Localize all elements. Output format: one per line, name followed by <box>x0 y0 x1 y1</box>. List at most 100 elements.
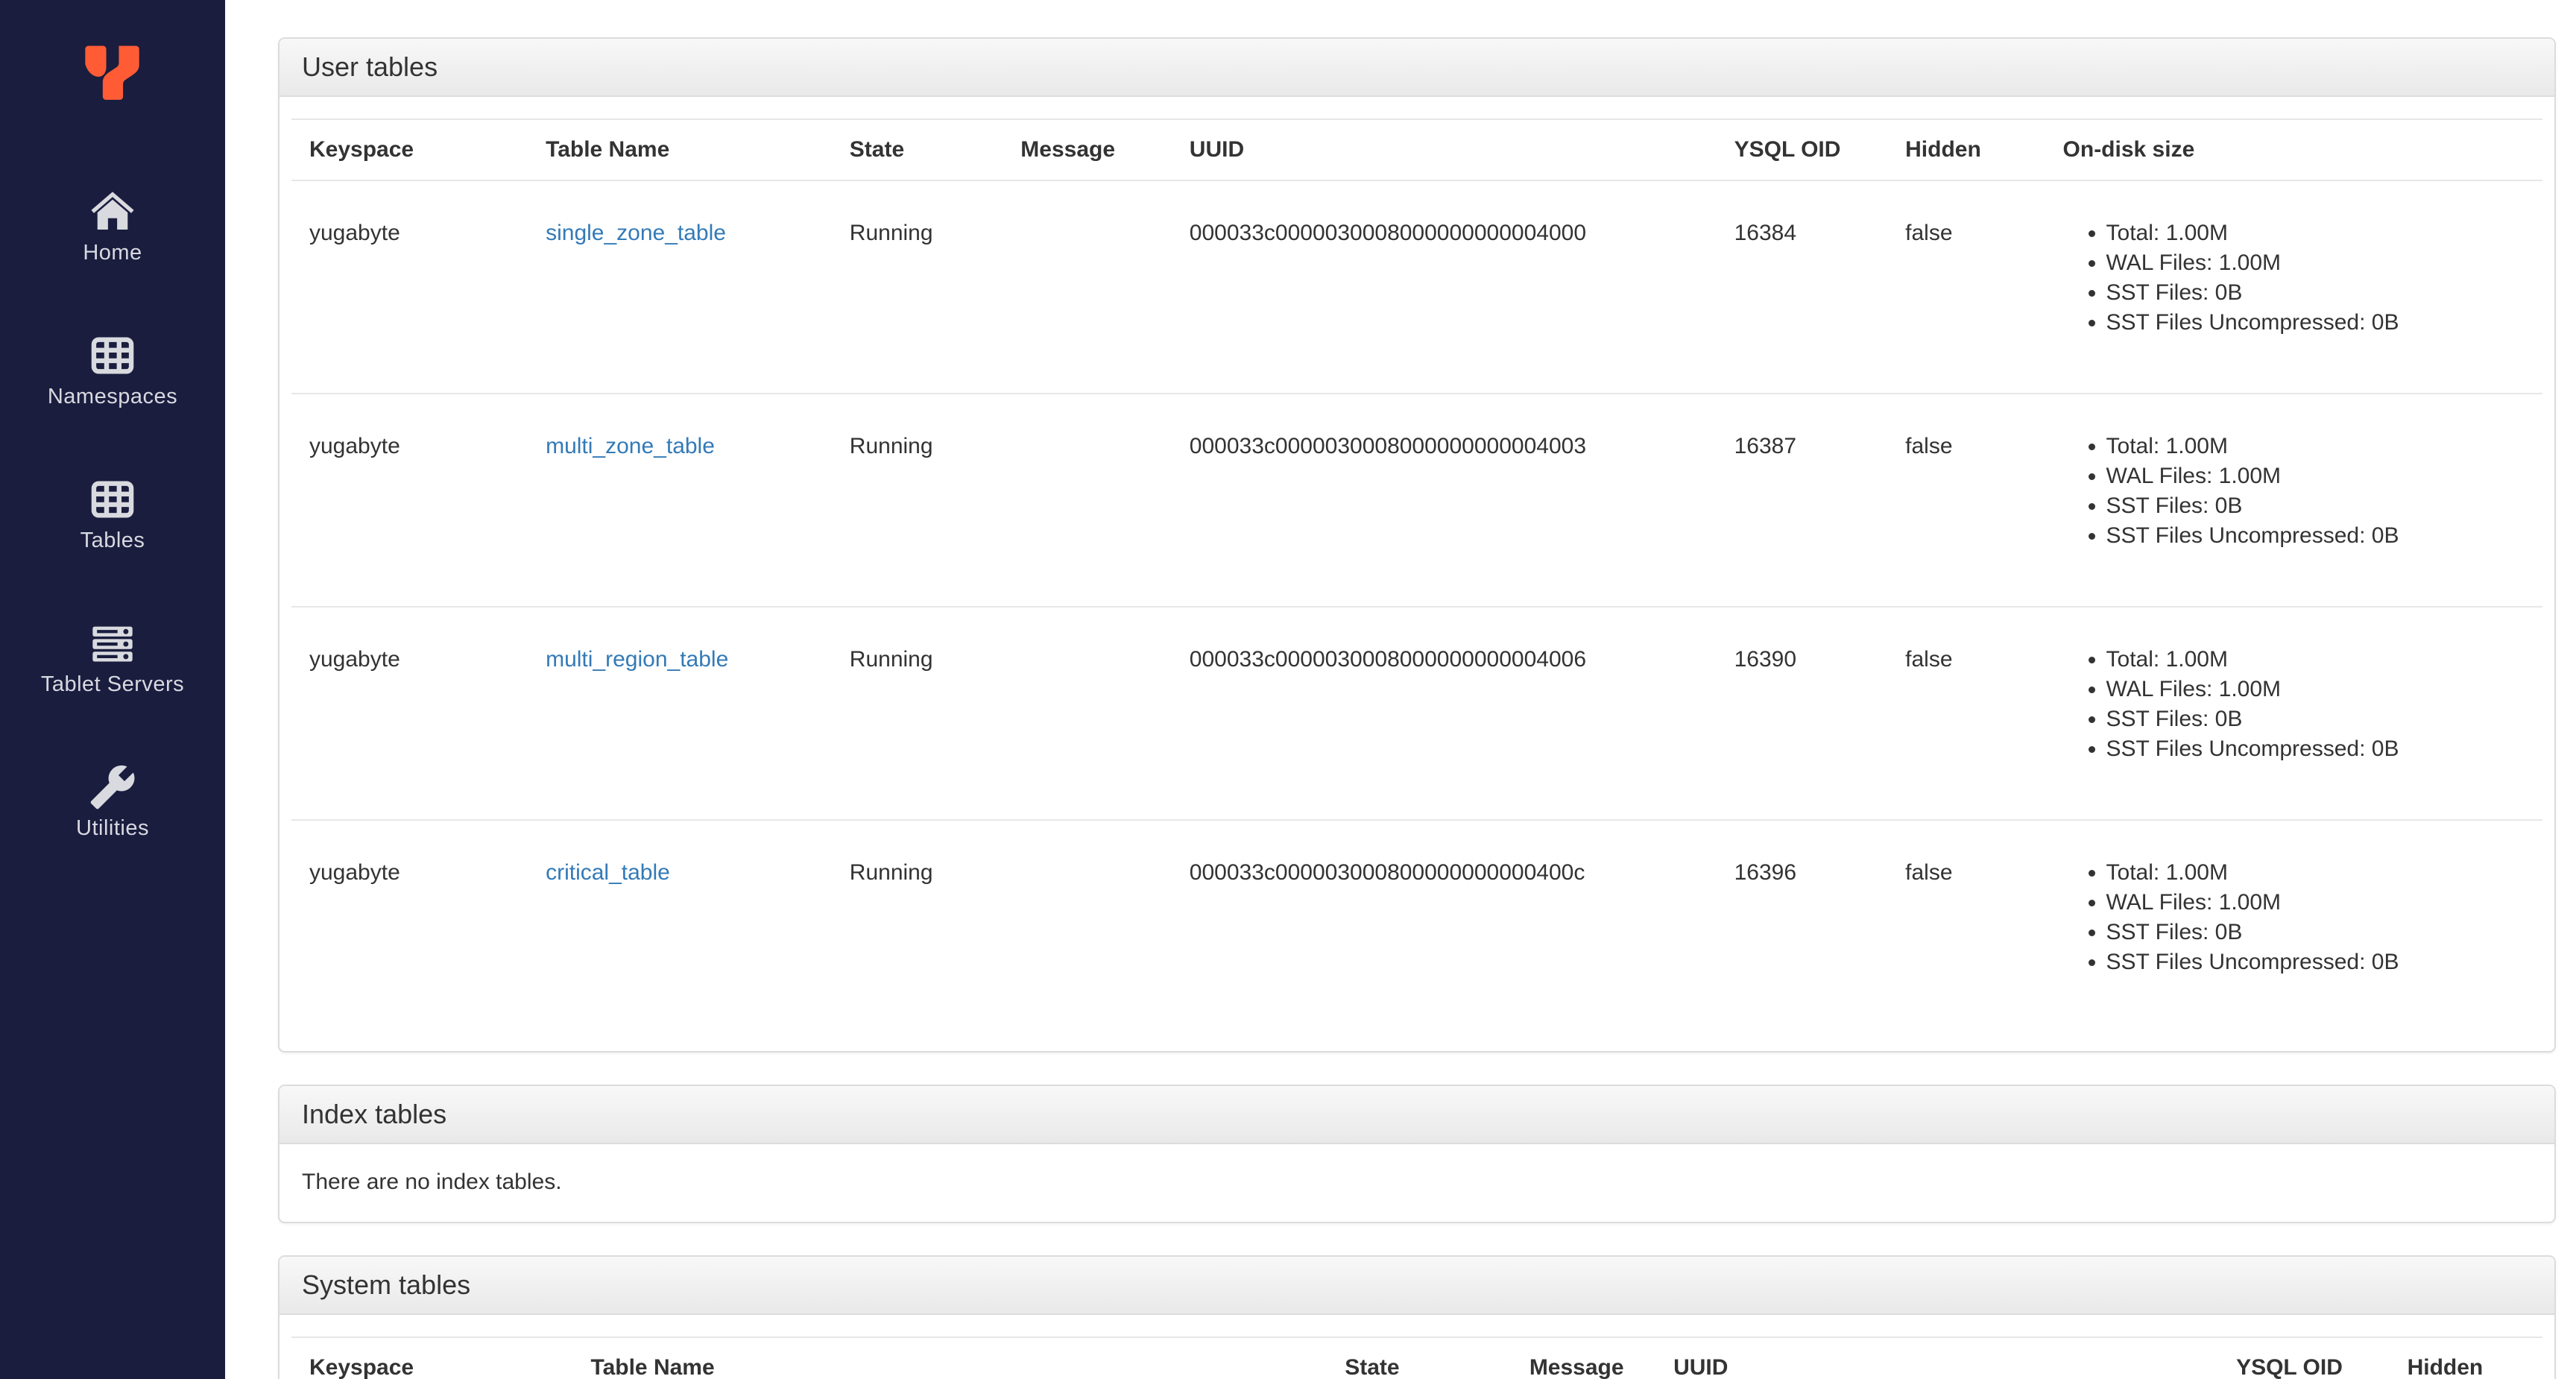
disk-total: Total: 1.00M <box>2106 645 2525 675</box>
user-tables-table: Keyspace Table Name State Message UUID Y… <box>291 119 2542 1032</box>
column-header-table-name: Table Name <box>528 119 832 181</box>
column-header-ysql-oid: YSQL OID <box>2218 1337 2390 1379</box>
on-disk-size-list: Total: 1.00M WAL Files: 1.00M SST Files:… <box>2063 432 2525 551</box>
table-row: yugabyte single_zone_table Running 00003… <box>291 180 2542 394</box>
keyspace-cell: yugabyte <box>291 607 528 821</box>
message-cell <box>1003 180 1172 394</box>
table-header-row: Keyspace Table Name State Message UUID Y… <box>291 1337 2542 1379</box>
hidden-cell: false <box>1905 860 1953 885</box>
message-cell <box>1003 394 1172 608</box>
disk-sst-uncompressed: SST Files Uncompressed: 0B <box>2106 734 2525 764</box>
column-header-state: State <box>1327 1337 1512 1379</box>
ysql-oid-cell: 16384 <box>1716 180 1888 394</box>
sidebar-item-tablet-servers[interactable]: Tablet Servers <box>41 619 184 697</box>
grid-icon <box>89 476 136 523</box>
table-name-link[interactable]: single_zone_table <box>546 221 726 245</box>
sidebar-item-tables[interactable]: Tables <box>80 476 145 553</box>
table-row: yugabyte multi_zone_table Running 000033… <box>291 394 2542 608</box>
user-tables-title: User tables <box>280 39 2554 97</box>
sidebar-item-utilities[interactable]: Utilities <box>76 763 149 841</box>
disk-wal-files: WAL Files: 1.00M <box>2106 248 2525 278</box>
app-root: Home Namespaces Tables Tablet Servers Ut… <box>0 0 2576 1379</box>
sidebar-item-label: Utilities <box>76 816 149 840</box>
table-name-link[interactable]: multi_zone_table <box>546 434 715 458</box>
column-header-uuid: UUID <box>1171 119 1717 181</box>
hidden-cell: false <box>1887 180 2045 394</box>
servers-icon <box>89 619 136 667</box>
ysql-oid-cell: 16390 <box>1716 607 1888 821</box>
table-row: yugabyte multi_region_table Running 0000… <box>291 607 2542 821</box>
table-name-cell: critical_table <box>528 820 832 1032</box>
table-name-cell: single_zone_table <box>528 180 832 394</box>
disk-sst-uncompressed: SST Files Uncompressed: 0B <box>2106 308 2525 338</box>
message-cell <box>1003 607 1172 821</box>
on-disk-size-cell: Total: 1.00M WAL Files: 1.00M SST Files:… <box>2045 180 2542 394</box>
ysql-oid-cell: 16396 <box>1734 860 1797 885</box>
column-header-on-disk-size: On-disk size <box>2045 119 2542 181</box>
state-cell: Running <box>831 180 1003 394</box>
sidebar-item-label: Tables <box>80 528 145 552</box>
ysql-oid-cell: 16387 <box>1716 394 1888 608</box>
system-tables-body: Keyspace Table Name State Message UUID Y… <box>280 1315 2554 1379</box>
disk-total: Total: 1.00M <box>2106 432 2525 461</box>
yugabyte-logo[interactable] <box>77 40 148 110</box>
state-cell: Running <box>831 394 1003 608</box>
grid-icon <box>89 332 136 379</box>
sidebar-item-label: Tablet Servers <box>40 672 185 696</box>
system-tables-table: Keyspace Table Name State Message UUID Y… <box>291 1337 2542 1379</box>
column-header-keyspace: Keyspace <box>291 119 528 181</box>
table-name-link[interactable]: multi_region_table <box>546 647 728 672</box>
disk-total: Total: 1.00M <box>2106 218 2525 248</box>
main-content: User tables Keyspace Table Name State Me… <box>225 0 2576 1379</box>
sidebar-item-namespaces[interactable]: Namespaces <box>48 332 177 409</box>
disk-sst-uncompressed: SST Files Uncompressed: 0B <box>2106 521 2525 551</box>
on-disk-size-list: Total: 1.00M WAL Files: 1.00M SST Files:… <box>2063 218 2525 338</box>
home-icon <box>89 188 136 236</box>
state-cell: Running <box>831 607 1003 821</box>
sidebar-item-home[interactable]: Home <box>83 188 142 265</box>
on-disk-size-list: Total: 1.00M WAL Files: 1.00M SST Files:… <box>2063 858 2525 977</box>
disk-sst-files: SST Files: 0B <box>2106 278 2525 308</box>
index-tables-empty-message: There are no index tables. <box>302 1170 562 1194</box>
system-tables-panel: System tables Keyspace Table Name State … <box>278 1255 2556 1379</box>
table-name-link[interactable]: critical_table <box>546 860 670 885</box>
column-header-ysql-oid: YSQL OID <box>1716 119 1888 181</box>
user-tables-body: Keyspace Table Name State Message UUID Y… <box>280 97 2554 1051</box>
table-name-cell: multi_region_table <box>528 607 832 821</box>
disk-total: Total: 1.00M <box>2106 858 2525 888</box>
on-disk-size-list: Total: 1.00M WAL Files: 1.00M SST Files:… <box>2063 645 2525 764</box>
sidebar-nav: Home Namespaces Tables Tablet Servers Ut… <box>41 188 184 907</box>
index-tables-title: Index tables <box>280 1086 2554 1144</box>
column-header-table-name: Table Name <box>572 1337 1328 1379</box>
disk-wal-files: WAL Files: 1.00M <box>2106 888 2525 918</box>
sidebar-item-label: Home <box>83 241 142 265</box>
column-header-hidden: Hidden <box>1887 119 2045 181</box>
keyspace-cell: yugabyte <box>309 860 400 885</box>
message-cell <box>1003 820 1172 1032</box>
column-header-state: State <box>831 119 1003 181</box>
disk-sst-files: SST Files: 0B <box>2106 491 2525 521</box>
table-name-cell: multi_zone_table <box>528 394 832 608</box>
hidden-cell: false <box>1887 394 2045 608</box>
disk-sst-files: SST Files: 0B <box>2106 704 2525 734</box>
system-tables-title: System tables <box>280 1257 2554 1315</box>
wrench-icon <box>89 763 136 811</box>
disk-sst-files: SST Files: 0B <box>2106 918 2525 947</box>
table-row: yugabyte critical_table Running 000033c0… <box>291 820 2542 1032</box>
state-cell: Running <box>849 860 933 885</box>
user-tables-panel: User tables Keyspace Table Name State Me… <box>278 37 2556 1053</box>
on-disk-size-cell: Total: 1.00M WAL Files: 1.00M SST Files:… <box>2045 607 2542 821</box>
column-header-keyspace: Keyspace <box>291 1337 573 1379</box>
table-header-row: Keyspace Table Name State Message UUID Y… <box>291 119 2542 181</box>
hidden-cell: false <box>1887 607 2045 821</box>
on-disk-size-cell: Total: 1.00M WAL Files: 1.00M SST Files:… <box>2045 820 2542 1032</box>
sidebar: Home Namespaces Tables Tablet Servers Ut… <box>0 0 225 1379</box>
keyspace-cell: yugabyte <box>291 180 528 394</box>
index-tables-panel: Index tables There are no index tables. <box>278 1085 2556 1223</box>
keyspace-cell: yugabyte <box>291 394 528 608</box>
disk-wal-files: WAL Files: 1.00M <box>2106 461 2525 491</box>
uuid-cell: 000033c0000030008000000000004003 <box>1171 394 1717 608</box>
column-header-message: Message <box>1511 1337 1656 1379</box>
disk-wal-files: WAL Files: 1.00M <box>2106 675 2525 704</box>
uuid-cell: 000033c000003000800000000000400c <box>1189 860 1585 885</box>
